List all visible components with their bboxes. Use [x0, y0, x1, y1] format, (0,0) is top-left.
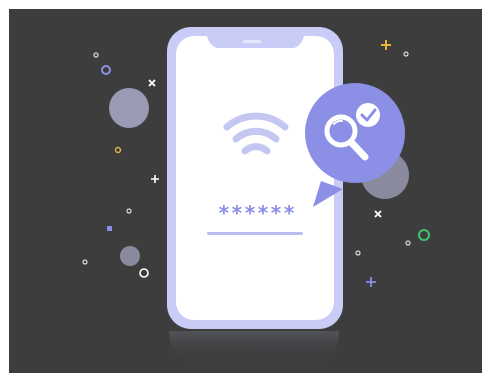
sparkle-square-1	[107, 226, 112, 231]
sparkle-plus-yellow	[381, 40, 391, 50]
sparkle-ring-green	[418, 229, 430, 241]
phone-screen	[176, 36, 334, 320]
sparkle-cross-2	[374, 210, 382, 218]
sparkle-dot-4	[403, 51, 409, 57]
illustration-canvas: ******	[9, 9, 482, 373]
sparkle-plus-1	[151, 175, 159, 183]
grey-circle-small	[120, 246, 140, 266]
password-underline	[207, 232, 303, 235]
sparkle-dot-5	[405, 240, 411, 246]
sparkle-dot-1	[93, 52, 99, 58]
grey-circle-large	[109, 88, 149, 128]
sparkle-dot-3	[82, 259, 88, 265]
sparkle-dot-6	[355, 250, 361, 256]
sparkle-dot-2	[126, 208, 132, 214]
notch-speaker	[243, 40, 261, 43]
password-mask: ******	[217, 201, 297, 225]
illustration-scene	[82, 27, 430, 365]
sparkle-ring-white-1	[139, 268, 149, 278]
phone-reflection	[169, 331, 339, 365]
sparkle-plus-blue	[366, 277, 376, 287]
checkmark-icon	[356, 103, 380, 127]
sparkle-ring-blue-1	[101, 65, 111, 75]
sparkle-ring-yellow-1	[114, 146, 122, 154]
sparkle-cross-1	[148, 79, 156, 87]
